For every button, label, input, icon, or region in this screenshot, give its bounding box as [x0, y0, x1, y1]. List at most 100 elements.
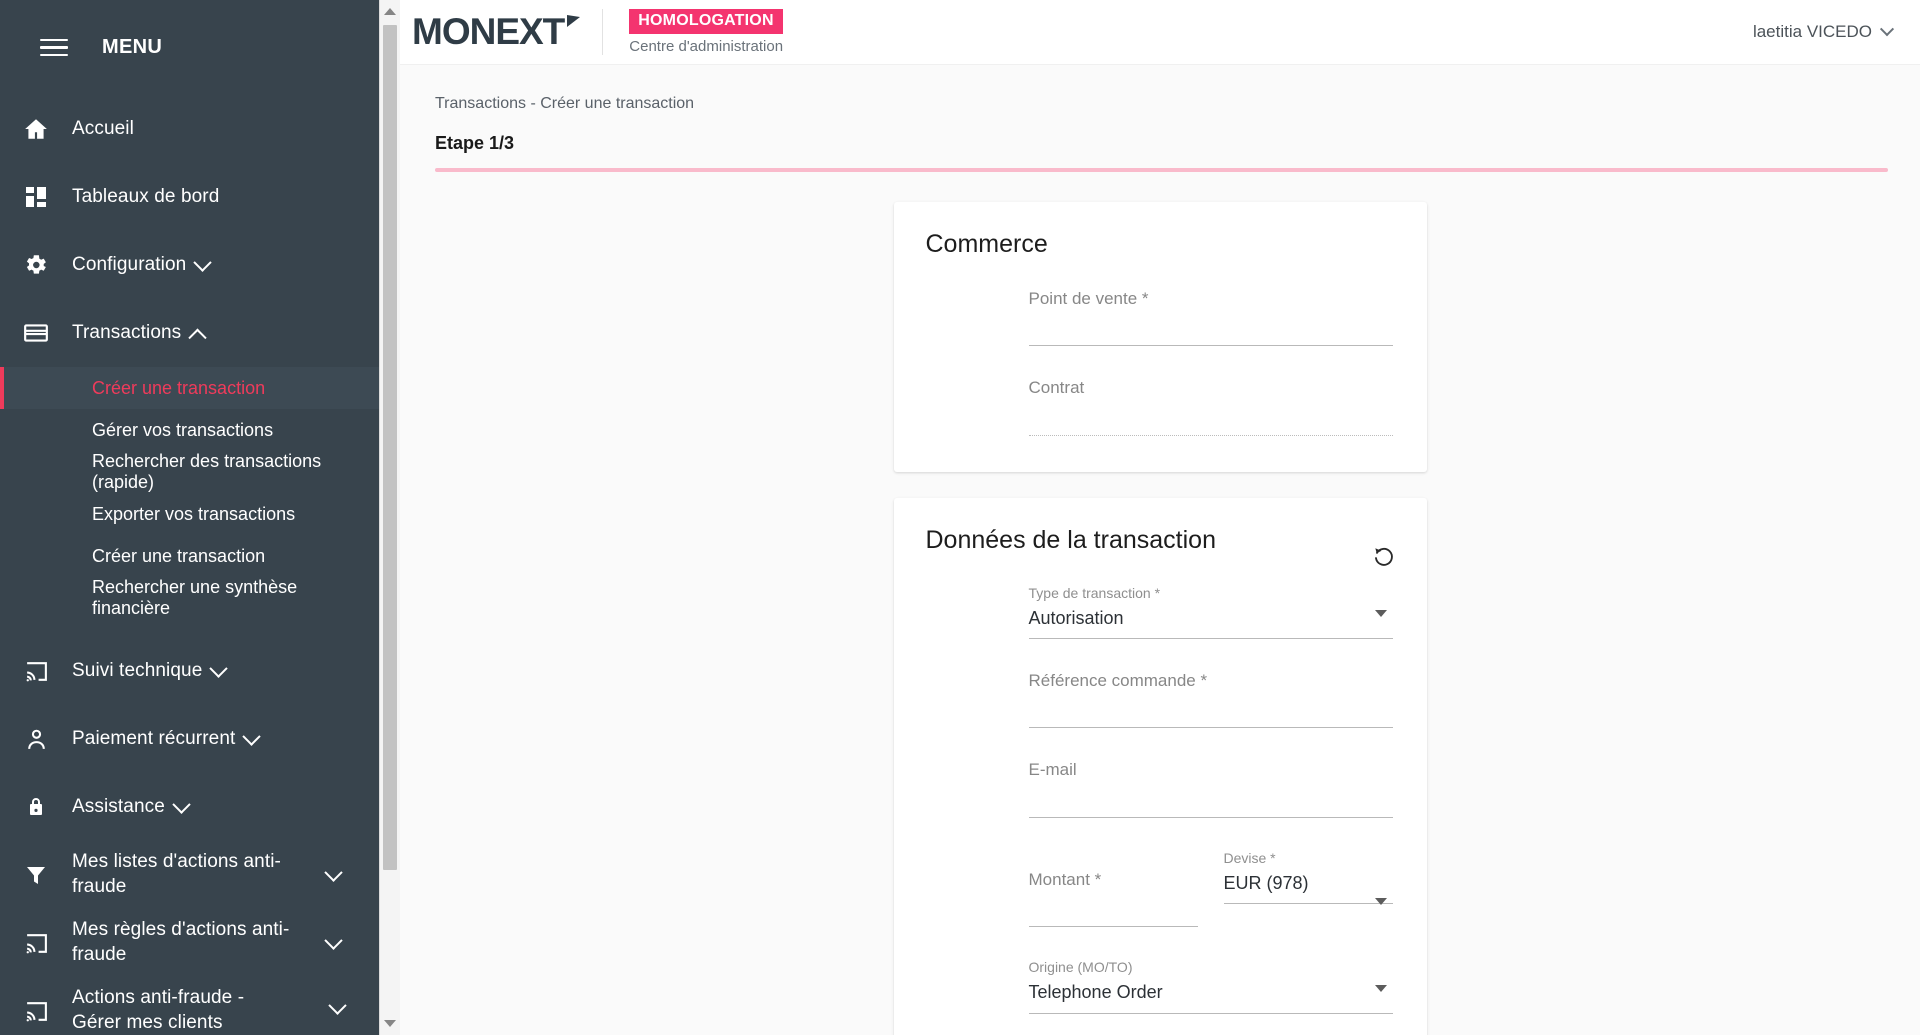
- sidebar-item-configuration[interactable]: Configuration: [0, 231, 380, 299]
- dropdown-caret-icon[interactable]: [1374, 984, 1387, 992]
- hamburger-menu-icon[interactable]: [34, 38, 74, 57]
- montant-value: [1029, 895, 1198, 917]
- sidebar-item-mes-listes-actions-anti-fraude[interactable]: Mes listes d'actions anti-fraude: [0, 841, 380, 909]
- devise-label: Devise *: [1223, 849, 1276, 866]
- type-de-transaction-underline: [1028, 638, 1393, 640]
- funnel-icon: [0, 863, 72, 887]
- user-name-label: laetitia VICEDO: [1752, 22, 1872, 41]
- sidebar-item-label: Transactions: [72, 321, 380, 347]
- sidebar-navigation: MENU Accueil Tableaux de bord Configurat…: [0, 0, 400, 1035]
- point-de-vente-field[interactable]: Point de vente *: [1028, 289, 1393, 347]
- sidebar-menu-header[interactable]: MENU: [0, 0, 380, 95]
- email-label: E-mail: [1028, 760, 1077, 780]
- sidebar-item-text: Suivi technique: [72, 659, 203, 681]
- sidebar-item-actions-anti-fraude-gerer-mes-clients[interactable]: Actions anti-fraude - Gérer mes clients: [0, 977, 380, 1035]
- page-title: Etape 1/3: [435, 133, 515, 153]
- email-field[interactable]: E-mail: [1028, 760, 1393, 818]
- sidebar-item-paiement-recurrent[interactable]: Paiement récurrent: [0, 705, 380, 773]
- sidebar-item-text: Paiement récurrent: [72, 727, 236, 749]
- lock-icon: [0, 795, 72, 819]
- transaction-data-card: Données de la transaction Type de transa…: [893, 497, 1427, 1035]
- point-de-vente-value: [1029, 314, 1393, 336]
- sidebar-subitem-exporter-vos-transactions[interactable]: Exporter vos transactions: [0, 493, 380, 535]
- sidebar-subitem-rechercher-des-transactions-rapide[interactable]: Rechercher des transactions (rapide): [0, 451, 380, 493]
- origine-value: Telephone Order: [1028, 982, 1163, 1003]
- contrat-underline: [1028, 434, 1393, 436]
- sidebar-item-label: Configuration: [72, 252, 380, 278]
- scrollbar-thumb[interactable]: [383, 25, 397, 870]
- sidebar-item-accueil[interactable]: Accueil: [0, 95, 380, 163]
- sidebar-item-transactions[interactable]: Transactions: [0, 299, 380, 367]
- origine-underline: [1028, 1012, 1393, 1014]
- commerce-fields: Point de vente * Contrat: [926, 289, 1395, 436]
- person-icon: [0, 727, 72, 752]
- commerce-card: Commerce Point de vente * Contrat: [893, 202, 1427, 472]
- type-de-transaction-field[interactable]: Type de transaction * Autorisation: [1028, 584, 1393, 640]
- monext-logo[interactable]: MONEXT: [412, 11, 581, 53]
- chevron-down-icon: [324, 930, 343, 950]
- point-de-vente-label: Point de vente *: [1028, 289, 1149, 308]
- cast-icon: [0, 999, 72, 1024]
- logo-text: MONEXT: [412, 11, 565, 52]
- sidebar-item-text: Mes règles d'actions anti-fraude: [72, 919, 290, 965]
- transaction-fields: Type de transaction * Autorisation Référ…: [926, 585, 1395, 1014]
- form-cards-container: Commerce Point de vente * Contrat Donnée…: [400, 172, 1920, 1035]
- reference-commande-underline: [1028, 727, 1393, 729]
- montant-field[interactable]: Montant *: [1028, 850, 1198, 928]
- type-de-transaction-label: Type de transaction *: [1028, 584, 1161, 601]
- reset-icon[interactable]: [1367, 540, 1401, 574]
- main-content-area: MONEXT HOMOLOGATION Centre d'administrat…: [400, 0, 1920, 1035]
- transaction-card-title: Données de la transaction: [925, 525, 1216, 554]
- scrollbar-up-arrow-icon[interactable]: [384, 8, 396, 15]
- sidebar-subitem-rechercher-une-synthese-financiere[interactable]: Rechercher une synthèse financière: [0, 577, 380, 619]
- reference-commande-field[interactable]: Référence commande *: [1028, 671, 1393, 729]
- chevron-down-icon: [193, 252, 213, 272]
- scrollbar-down-arrow-icon[interactable]: [384, 1020, 396, 1027]
- sidebar-item-tableaux-de-bord[interactable]: Tableaux de bord: [0, 163, 380, 231]
- gear-icon: [0, 252, 72, 278]
- header-divider: [602, 9, 604, 55]
- sidebar-item-assistance[interactable]: Assistance: [0, 773, 380, 841]
- logo-triangle-icon: [567, 15, 581, 27]
- sidebar-item-mes-regles-actions-anti-fraude[interactable]: Mes règles d'actions anti-fraude: [0, 909, 380, 977]
- sidebar-item-label: Tableaux de bord: [72, 185, 220, 207]
- reference-commande-label: Référence commande *: [1028, 671, 1208, 691]
- application-window: MENU Accueil Tableaux de bord Configurat…: [0, 0, 1920, 1035]
- sidebar-item-label: Suivi technique: [72, 658, 380, 684]
- user-menu[interactable]: laetitia VICEDO: [1752, 22, 1895, 42]
- dropdown-caret-icon[interactable]: [1374, 898, 1387, 906]
- transactions-submenu: Créer une transaction Gérer vos transact…: [0, 367, 380, 637]
- contrat-field: Contrat: [1028, 378, 1393, 436]
- email-underline: [1028, 816, 1393, 818]
- chevron-down-icon: [242, 726, 262, 746]
- sidebar-item-suivi-technique[interactable]: Suivi technique: [0, 637, 380, 705]
- sidebar-subitem-creer-une-transaction[interactable]: Créer une transaction: [0, 367, 380, 409]
- sidebar-item-text: Transactions: [72, 321, 182, 343]
- dropdown-caret-icon[interactable]: [1374, 610, 1387, 618]
- chevron-down-icon: [172, 794, 191, 814]
- sidebar-item-text: Assistance: [72, 795, 165, 817]
- devise-underline: [1223, 903, 1393, 905]
- sidebar-item-label: Mes règles d'actions anti-fraude: [72, 918, 380, 967]
- breadcrumb: Transactions - Créer une transaction: [435, 95, 695, 112]
- sidebar-scroll-area: MENU Accueil Tableaux de bord Configurat…: [0, 0, 380, 1035]
- sidebar-subitem-creer-une-transaction-2[interactable]: Créer une transaction: [0, 535, 380, 577]
- chevron-down-icon: [324, 862, 343, 882]
- devise-field[interactable]: Devise * EUR (978): [1223, 849, 1393, 927]
- sidebar-scrollbar[interactable]: [379, 0, 400, 1035]
- email-value: [1029, 786, 1393, 808]
- montant-label: Montant *: [1028, 869, 1102, 889]
- top-header-bar: MONEXT HOMOLOGATION Centre d'administrat…: [400, 0, 1920, 65]
- type-de-transaction-value: Autorisation: [1028, 607, 1124, 628]
- sidebar-subitem-gerer-vos-transactions[interactable]: Gérer vos transactions: [0, 409, 380, 451]
- origine-label: Origine (MO/TO): [1028, 959, 1133, 976]
- page-content: Transactions - Créer une transaction Eta…: [400, 65, 1920, 1035]
- sidebar-item-text: Configuration: [72, 253, 187, 275]
- commerce-card-title: Commerce: [925, 230, 1048, 258]
- chevron-down-icon: [209, 658, 229, 678]
- environment-subtitle: Centre d'administration: [629, 38, 784, 55]
- chevron-down-icon: [1879, 22, 1895, 37]
- card-icon: [0, 320, 72, 346]
- contrat-value: [1029, 404, 1393, 426]
- origine-field[interactable]: Origine (MO/TO) Telephone Order: [1028, 959, 1393, 1014]
